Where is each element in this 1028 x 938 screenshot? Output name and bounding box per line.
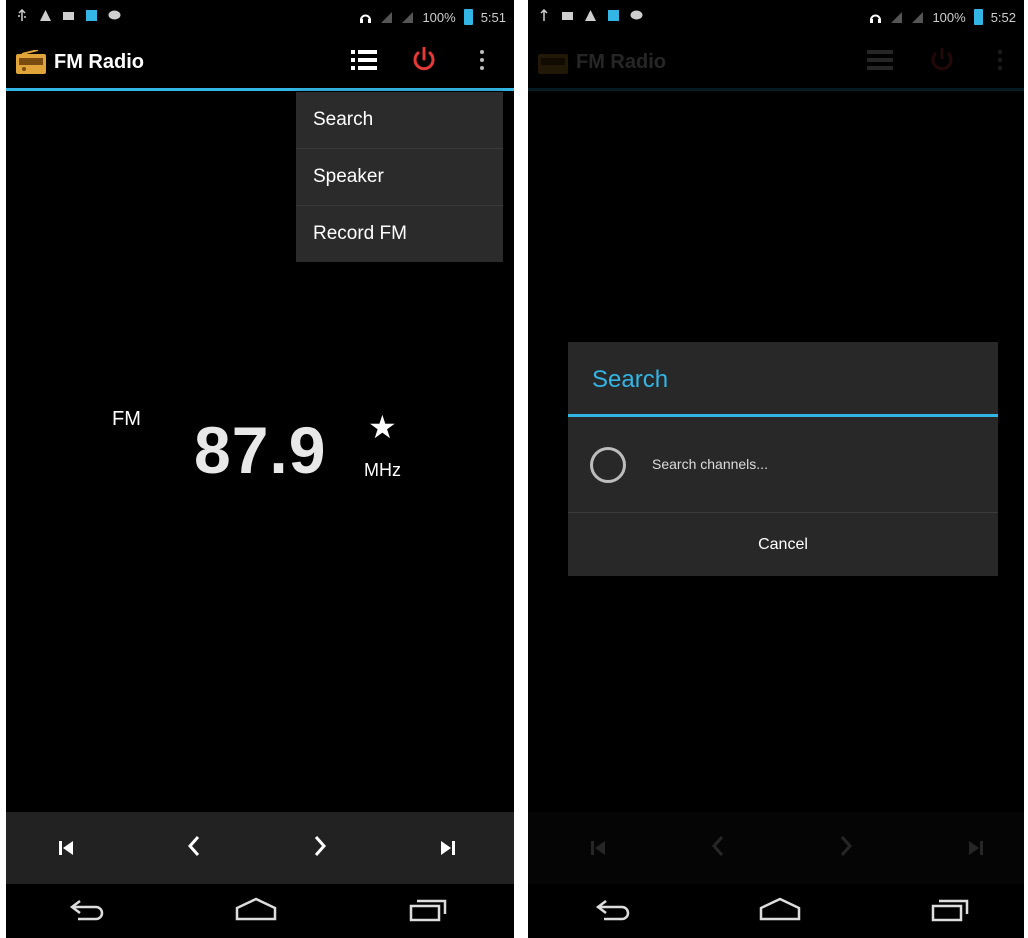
tune-down-button: [696, 830, 740, 866]
left-screen: 100% 5:51 FM Radio Search Speaker Record…: [6, 0, 514, 938]
tuning-controls: [528, 812, 1024, 884]
more-vertical-icon: [479, 48, 485, 77]
app-notification-icon: [607, 9, 620, 22]
star-icon[interactable]: ★: [368, 408, 397, 446]
message-icon: [630, 9, 643, 22]
skip-previous-icon: [590, 831, 606, 865]
warning-icon: [584, 9, 597, 22]
mail-icon: [62, 9, 75, 22]
back-button[interactable]: [584, 894, 644, 928]
menu-item-record-fm[interactable]: Record FM: [296, 206, 503, 262]
channel-list-button: [858, 44, 902, 80]
battery-icon: [973, 9, 983, 25]
message-icon: [108, 9, 121, 22]
recents-button[interactable]: [398, 894, 458, 928]
menu-item-search[interactable]: Search: [296, 92, 503, 149]
radio-app-icon: [16, 49, 46, 74]
usb-icon: [16, 8, 29, 22]
battery-icon: [463, 9, 473, 25]
app-title: FM Radio: [576, 51, 666, 73]
overflow-menu: Search Speaker Record FM: [296, 92, 503, 262]
headset-icon: [869, 11, 882, 24]
navigation-bar: [528, 884, 1024, 938]
frequency-unit: MHz: [364, 460, 401, 480]
action-bar: FM Radio: [6, 36, 514, 91]
clock: 5:51: [480, 9, 506, 25]
seek-next-button: [954, 830, 998, 866]
tuning-controls: [6, 812, 514, 884]
list-icon: [867, 49, 893, 76]
tune-up-button: [824, 830, 868, 866]
navigation-bar: [6, 884, 514, 938]
skip-next-icon: [968, 831, 984, 865]
back-icon: [68, 897, 108, 926]
dialog-title: Search: [592, 366, 669, 393]
tune-down-button[interactable]: [172, 830, 216, 866]
power-icon: [411, 46, 437, 78]
skip-previous-icon: [58, 831, 74, 865]
seek-previous-button[interactable]: [44, 830, 88, 866]
skip-next-icon: [440, 831, 456, 865]
chevron-right-icon: [839, 831, 853, 865]
seek-next-button[interactable]: [426, 830, 470, 866]
overflow-menu-button: [978, 44, 1022, 80]
action-bar: FM Radio: [528, 36, 1024, 91]
progress-spinner-icon: [590, 447, 626, 483]
chevron-left-icon: [187, 831, 201, 865]
headset-icon: [359, 11, 372, 24]
power-button: [920, 44, 964, 80]
battery-percent: 100%: [932, 9, 966, 25]
signal-icon: [890, 11, 903, 24]
radio-app-icon: [538, 50, 568, 74]
status-bar: 100% 5:51: [6, 0, 514, 36]
signal-icon: [380, 11, 393, 24]
cancel-button[interactable]: Cancel: [568, 513, 998, 576]
home-icon: [234, 896, 278, 927]
frequency-display: 87.9: [194, 413, 327, 487]
right-screen: 100% 5:52 FM Radio Search Search channel…: [528, 0, 1024, 938]
app-title: FM Radio: [54, 51, 144, 73]
channel-list-button[interactable]: [342, 44, 386, 80]
home-icon: [758, 896, 802, 927]
status-bar: 100% 5:52: [528, 0, 1024, 36]
list-icon: [351, 49, 377, 76]
clock: 5:52: [990, 9, 1016, 25]
battery-percent: 100%: [422, 9, 456, 25]
signal-icon-2: [911, 11, 924, 24]
seek-previous-button: [576, 830, 620, 866]
menu-item-speaker[interactable]: Speaker: [296, 149, 503, 206]
power-button[interactable]: [402, 44, 446, 80]
power-icon: [929, 47, 955, 78]
dialog-title-divider: [568, 414, 998, 417]
tune-up-button[interactable]: [298, 830, 342, 866]
band-label: FM: [112, 408, 141, 430]
recents-icon: [931, 896, 969, 927]
more-vertical-icon: [997, 48, 1003, 77]
chevron-right-icon: [313, 831, 327, 865]
usb-icon: [538, 8, 551, 22]
back-icon: [594, 897, 634, 926]
back-button[interactable]: [58, 894, 118, 928]
signal-icon-2: [401, 11, 414, 24]
dialog-message: Search channels...: [652, 456, 768, 472]
recents-icon: [409, 896, 447, 927]
recents-button[interactable]: [920, 894, 980, 928]
overflow-menu-button[interactable]: [460, 44, 504, 80]
home-button[interactable]: [226, 894, 286, 928]
app-notification-icon: [85, 9, 98, 22]
warning-icon: [39, 9, 52, 22]
mail-icon: [561, 9, 574, 22]
search-dialog: Search Search channels... Cancel: [568, 342, 998, 576]
chevron-left-icon: [711, 831, 725, 865]
home-button[interactable]: [750, 894, 810, 928]
